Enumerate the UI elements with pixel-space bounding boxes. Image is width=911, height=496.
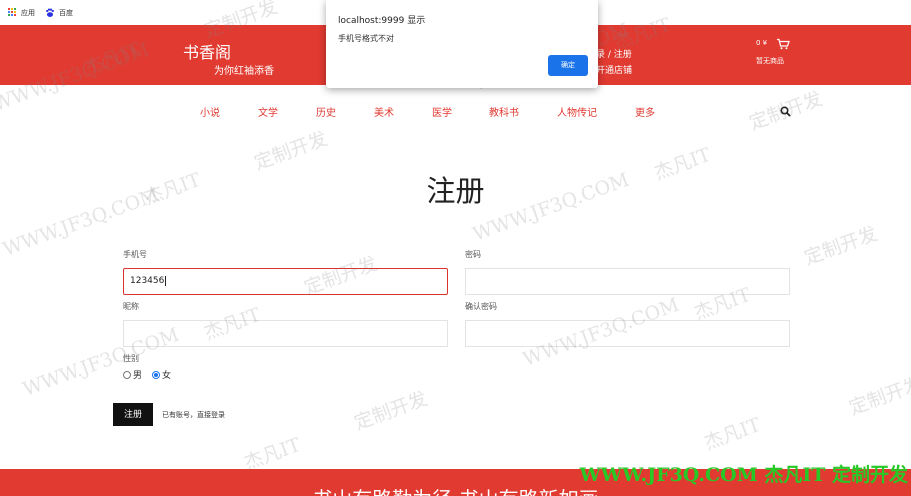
gender-female-radio[interactable] <box>152 370 161 379</box>
alert-dialog: localhost:9999 显示 手机号格式不对 确定 <box>326 0 598 88</box>
bookmark-apps-label: 应用 <box>21 8 35 17</box>
phone-input-value: 123456 <box>130 276 165 286</box>
watermark-slogan: 定制开发 <box>846 372 911 420</box>
gender-label: 性别 <box>123 354 139 363</box>
nav-item-more[interactable]: 更多 <box>635 104 655 119</box>
nav-item-textbook[interactable]: 教科书 <box>489 104 519 119</box>
open-shop-link[interactable]: 开通店铺 <box>596 63 632 76</box>
bookmark-baidu[interactable]: 百度 <box>45 8 73 18</box>
cart-empty-text: 暂无商品 <box>756 57 784 65</box>
text-caret <box>165 275 167 286</box>
nickname-input[interactable] <box>123 320 448 347</box>
login-register-link[interactable]: 录 / 注册 <box>596 47 632 60</box>
watermark-brand: 杰凡IT <box>701 413 764 455</box>
watermark-slogan: 定制开发 <box>801 222 881 270</box>
nav-item-biography[interactable]: 人物传记 <box>557 104 597 119</box>
logo-slogan: 为你红袖添香 <box>214 66 274 77</box>
nickname-label: 昵称 <box>123 302 139 311</box>
gender-male-label[interactable]: 男 <box>133 368 142 381</box>
register-button[interactable]: 注册 <box>113 403 153 426</box>
logo-title[interactable]: 书香阁 <box>183 39 231 63</box>
category-nav: 小说 文学 历史 美术 医学 教科书 人物传记 更多 <box>0 104 911 122</box>
nav-item-novel[interactable]: 小说 <box>200 104 220 119</box>
shopping-cart-icon[interactable] <box>776 38 790 50</box>
nav-item-medicine[interactable]: 医学 <box>432 104 452 119</box>
corner-watermark: WWW.JF3Q.COM 杰凡IT 定制开发 <box>579 464 908 486</box>
confirm-password-label: 确认密码 <box>465 302 497 311</box>
nav-item-art[interactable]: 美术 <box>374 104 394 119</box>
bookmark-baidu-label: 百度 <box>59 8 73 17</box>
nav-item-literature[interactable]: 文学 <box>258 104 278 119</box>
login-link[interactable]: 已有账号，直接登录 <box>162 410 225 420</box>
watermark-slogan: 定制开发 <box>351 387 431 435</box>
search-icon[interactable] <box>780 106 791 117</box>
gender-male-radio[interactable] <box>123 370 131 379</box>
apps-grid-icon <box>8 8 17 17</box>
page-title: 注册 <box>426 174 485 208</box>
password-label: 密码 <box>465 250 481 259</box>
alert-title: localhost:9999 显示 <box>338 16 426 26</box>
gender-female-label[interactable]: 女 <box>162 368 171 381</box>
alert-message: 手机号格式不对 <box>338 34 394 43</box>
phone-label: 手机号 <box>123 250 147 259</box>
phone-input[interactable]: 123456 <box>123 268 448 295</box>
nav-item-history[interactable]: 历史 <box>316 104 336 119</box>
bookmark-apps[interactable]: 应用 <box>8 8 35 18</box>
cart-amount: 0 ¥ <box>756 39 768 47</box>
alert-ok-button[interactable]: 确定 <box>548 55 588 76</box>
baidu-paw-icon <box>46 8 54 17</box>
password-input[interactable] <box>465 268 790 295</box>
confirm-password-input[interactable] <box>465 320 790 347</box>
gender-options: 男 女 <box>123 368 181 381</box>
